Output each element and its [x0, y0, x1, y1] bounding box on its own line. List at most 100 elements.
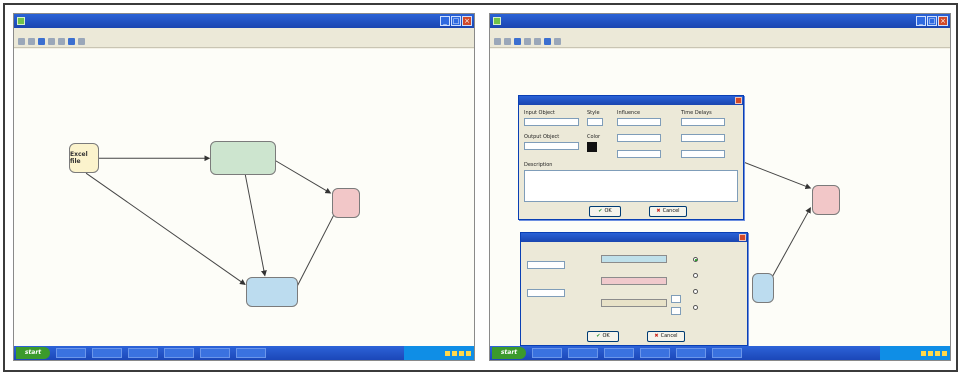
range-field[interactable] [527, 289, 565, 297]
output-object-label: Output Object [524, 134, 560, 140]
node-red[interactable] [812, 185, 840, 215]
select-icon[interactable] [58, 38, 65, 45]
check-icon: ✔ [596, 333, 601, 339]
link-icon[interactable] [524, 38, 531, 45]
right-window-controls: _ □ × [916, 16, 948, 26]
edge-label-1[interactable] [778, 159, 782, 164]
back-icon[interactable] [494, 38, 501, 45]
taskbar-item-1[interactable] [532, 348, 562, 358]
right-diagram-canvas[interactable]: Input Object Style Influence Time Delays… [490, 49, 950, 346]
tray-icon[interactable] [459, 350, 464, 356]
left-diagram-edges [85, 155, 337, 286]
output-object-field[interactable] [524, 142, 579, 150]
tray-icon[interactable] [942, 350, 947, 356]
slot-3-spin-2[interactable] [671, 307, 681, 315]
taskbar-item-3[interactable] [128, 348, 158, 358]
cancel-button[interactable]: ✖ Cancel [649, 206, 687, 217]
option-radio-4[interactable] [693, 305, 698, 310]
slot-3-spin[interactable] [671, 295, 681, 303]
forward-icon[interactable] [504, 38, 511, 45]
app-icon [17, 17, 25, 25]
input-object-field[interactable] [524, 118, 579, 126]
back-icon[interactable] [18, 38, 25, 45]
tray-icon[interactable] [921, 350, 926, 356]
run-icon[interactable] [544, 38, 551, 45]
taskbar-item-2[interactable] [568, 348, 598, 358]
edge-green-red [274, 159, 332, 194]
edge-label-5[interactable] [300, 237, 304, 242]
run-icon[interactable] [68, 38, 75, 45]
tray-icon[interactable] [928, 350, 933, 356]
tray-icon[interactable] [445, 350, 450, 356]
minimize-button[interactable]: _ [916, 16, 926, 26]
close-button[interactable]: × [938, 16, 948, 26]
taskbar-item-6[interactable] [236, 348, 266, 358]
color-swatch[interactable] [587, 142, 597, 152]
settings-icon[interactable] [78, 38, 85, 45]
influence-field-2[interactable] [617, 134, 661, 142]
edge-label-3[interactable] [240, 213, 244, 218]
tray-icon[interactable] [452, 350, 457, 356]
slot-2-bar[interactable] [601, 277, 667, 285]
time-delay-field-2[interactable] [681, 134, 725, 142]
system-tray [880, 346, 950, 360]
tray-icon[interactable] [466, 350, 471, 356]
left-window-controls: _ □ × [440, 16, 472, 26]
taskbar-item-5[interactable] [676, 348, 706, 358]
cancel-button[interactable]: ✖ Cancel [647, 331, 685, 342]
slot-3-bar[interactable] [601, 299, 667, 307]
option-radio-1[interactable] [693, 257, 698, 262]
left-app-window: _ □ × Excel file start [13, 13, 475, 361]
slot-1-bar[interactable] [601, 255, 667, 263]
input-object-label: Input Object [524, 110, 555, 116]
option-radio-2[interactable] [693, 273, 698, 278]
node-blue[interactable] [246, 277, 298, 307]
taskbar-item-5[interactable] [200, 348, 230, 358]
select-icon[interactable] [534, 38, 541, 45]
maximize-button[interactable]: □ [927, 16, 937, 26]
taskbar-item-4[interactable] [164, 348, 194, 358]
minimize-button[interactable]: _ [440, 16, 450, 26]
edge-label-1[interactable] [140, 141, 144, 146]
link-icon[interactable] [48, 38, 55, 45]
time-delay-field[interactable] [681, 118, 725, 126]
taskbar-item-4[interactable] [640, 348, 670, 358]
relation-dialog-title-bar [519, 96, 743, 105]
zoom-icon[interactable] [514, 38, 521, 45]
ok-button[interactable]: ✔ OK [589, 206, 621, 217]
node-green[interactable] [210, 141, 276, 175]
taskbar-item-1[interactable] [56, 348, 86, 358]
edge-label-2[interactable] [160, 215, 164, 220]
maximize-button[interactable]: □ [451, 16, 461, 26]
zoom-icon[interactable] [38, 38, 45, 45]
forward-icon[interactable] [28, 38, 35, 45]
influence-field-3[interactable] [617, 150, 661, 158]
close-icon[interactable] [739, 234, 746, 241]
close-button[interactable]: × [462, 16, 472, 26]
style-label: Style [587, 110, 600, 116]
settings-icon[interactable] [554, 38, 561, 45]
tray-icon[interactable] [935, 350, 940, 356]
ok-button[interactable]: ✔ OK [587, 331, 619, 342]
node-excel-file[interactable]: Excel file [69, 143, 99, 173]
taskbar-item-3[interactable] [604, 348, 634, 358]
taskbar-item-2[interactable] [92, 348, 122, 358]
influence-field[interactable] [617, 118, 661, 126]
left-diagram-canvas[interactable]: Excel file [14, 49, 474, 346]
cancel-button-label: Cancel [662, 208, 680, 214]
edge-to-red [738, 159, 812, 190]
edge-label-2[interactable] [776, 235, 780, 240]
style-select[interactable] [587, 118, 603, 126]
edge-label-4[interactable] [296, 160, 300, 165]
time-delay-field-3[interactable] [681, 150, 725, 158]
option-radio-3[interactable] [693, 289, 698, 294]
node-red[interactable] [332, 188, 360, 218]
initial-value-field[interactable] [527, 261, 565, 269]
close-icon[interactable] [735, 97, 742, 104]
node-blue[interactable] [752, 273, 774, 303]
right-taskbar: start [490, 346, 950, 360]
description-field[interactable] [524, 170, 738, 202]
start-button[interactable]: start [492, 347, 526, 359]
taskbar-item-6[interactable] [712, 348, 742, 358]
start-button[interactable]: start [16, 347, 50, 359]
